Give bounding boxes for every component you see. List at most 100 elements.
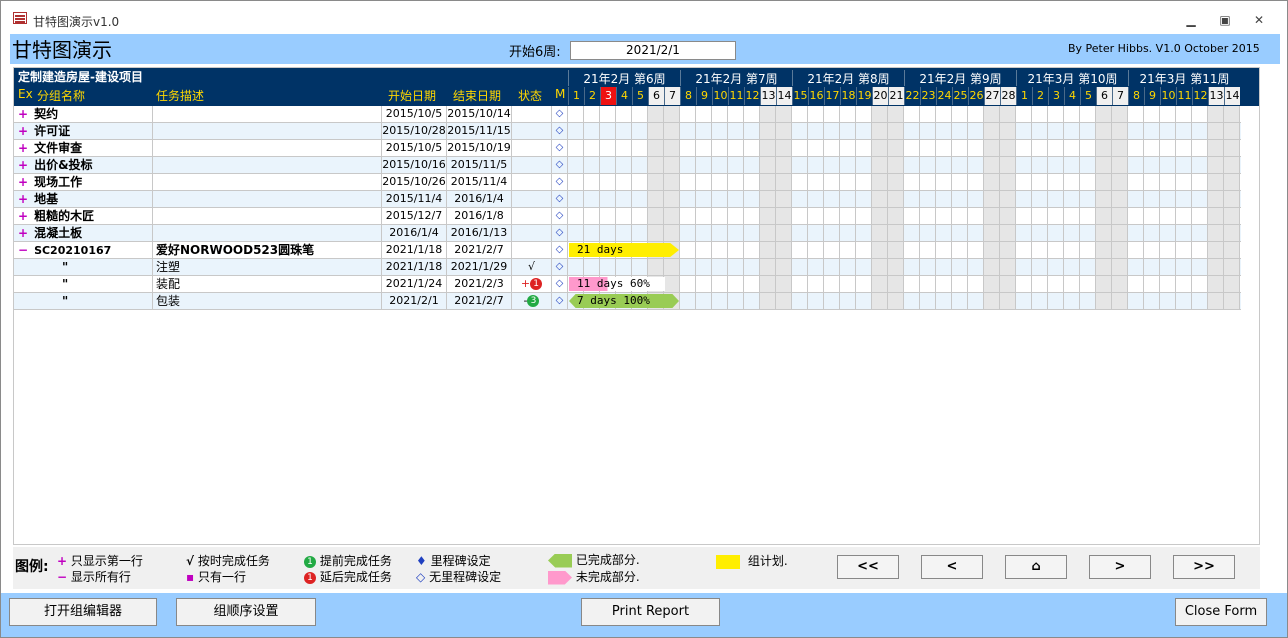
day-cell [808, 293, 824, 309]
group-name-cell[interactable]: + 出价&投标 [14, 157, 153, 173]
day-cell [1080, 140, 1096, 156]
day-cell [760, 208, 776, 224]
close-form-button[interactable]: Close Form [1175, 598, 1267, 626]
day-cell [728, 174, 744, 190]
day-cell [1208, 293, 1224, 309]
day-cell [904, 123, 920, 139]
status-cell [512, 106, 552, 122]
day-cell [728, 293, 744, 309]
day-cell [728, 106, 744, 122]
day-cell [776, 293, 792, 309]
expand-toggle-icon[interactable]: + [18, 209, 28, 223]
expand-toggle-icon[interactable]: + [18, 192, 28, 206]
milestone-icon[interactable]: ◇ [552, 259, 568, 275]
group-swatch-icon [716, 554, 740, 569]
day-cell [584, 123, 600, 139]
start-date-input[interactable]: 2021/2/1 [570, 41, 736, 60]
minimize-button[interactable]: ▁ [1179, 10, 1203, 30]
day-header: 12 [1192, 87, 1208, 105]
milestone-icon[interactable]: ◇ [552, 225, 568, 241]
last-page-button[interactable]: >> [1173, 555, 1235, 579]
expand-toggle-icon[interactable]: + [18, 175, 28, 189]
group-name-cell[interactable]: + 现场工作 [14, 174, 153, 190]
group-name-cell[interactable]: + 粗糙的木匠 [14, 208, 153, 224]
first-page-button[interactable]: << [837, 555, 899, 579]
day-cell [824, 276, 840, 292]
group-name-cell[interactable]: + 许可证 [14, 123, 153, 139]
day-cell [696, 191, 712, 207]
day-cell [728, 225, 744, 241]
expand-toggle-icon[interactable]: + [18, 158, 28, 172]
day-cell [1000, 123, 1016, 139]
milestone-icon[interactable]: ◇ [552, 140, 568, 156]
group-name-cell[interactable]: + 文件审查 [14, 140, 153, 156]
group-name-cell[interactable]: + 契约 [14, 106, 153, 122]
day-cell [568, 259, 584, 275]
day-cell [744, 208, 760, 224]
prev-page-button[interactable]: < [921, 555, 983, 579]
day-cell [920, 259, 936, 275]
group-name-cell[interactable]: − SC20210167 [14, 242, 153, 258]
day-cell [728, 157, 744, 173]
col-task-desc: 任务描述 [156, 89, 205, 103]
milestone-icon[interactable]: ◇ [552, 191, 568, 207]
day-cell [632, 123, 648, 139]
end-date-cell: 2015/11/15 [447, 123, 512, 139]
day-cell [808, 191, 824, 207]
day-cell [616, 259, 632, 275]
milestone-icon[interactable]: ◇ [552, 242, 568, 258]
day-cell [1208, 242, 1224, 258]
start-date-cell: 2015/10/5 [382, 106, 447, 122]
day-cell [760, 140, 776, 156]
next-page-button[interactable]: > [1089, 555, 1151, 579]
day-header: 26 [968, 87, 984, 105]
home-button[interactable]: ⌂ [1005, 555, 1067, 579]
restore-button[interactable]: ▣ [1213, 10, 1237, 30]
group-name-cell[interactable]: + 地基 [14, 191, 153, 207]
group-name-cell[interactable]: " [14, 259, 153, 275]
day-cell [1128, 259, 1144, 275]
group-name-cell[interactable]: " [14, 293, 153, 309]
group-name: 混凝土板 [34, 226, 83, 240]
legend-show-first: + 只显示第一行 [57, 554, 143, 568]
day-cell [1128, 123, 1144, 139]
milestone-icon[interactable]: ◇ [552, 106, 568, 122]
task-desc-cell [153, 208, 382, 224]
expand-toggle-icon[interactable]: + [18, 141, 28, 155]
milestone-icon[interactable]: ◇ [552, 123, 568, 139]
expand-toggle-icon[interactable]: + [18, 124, 28, 138]
late-badge-icon: 1 [530, 278, 543, 290]
start-date-cell: 2021/1/18 [382, 259, 447, 275]
expand-toggle-icon[interactable]: + [18, 226, 28, 240]
day-cell [1176, 225, 1192, 241]
group-name-cell[interactable]: + 混凝土板 [14, 225, 153, 241]
day-cell [936, 225, 952, 241]
day-cell [936, 191, 952, 207]
day-cell [808, 259, 824, 275]
milestone-icon[interactable]: ◇ [552, 174, 568, 190]
legend-done: 已完成部分. [548, 551, 640, 568]
day-cell [920, 191, 936, 207]
group-name: " [62, 294, 69, 308]
day-cell [1032, 225, 1048, 241]
milestone-icon[interactable]: ◇ [552, 276, 568, 292]
milestone-icon[interactable]: ◇ [552, 157, 568, 173]
day-cell [936, 174, 952, 190]
day-header: 3 [600, 87, 616, 105]
day-cell [856, 293, 872, 309]
open-group-editor-button[interactable]: 打开组编辑器 [9, 598, 157, 626]
group-order-button[interactable]: 组顺序设置 [176, 598, 316, 626]
start-weeks-label: 开始6周: [509, 45, 561, 60]
milestone-icon[interactable]: ◇ [552, 208, 568, 224]
day-cell [1016, 174, 1032, 190]
milestone-icon[interactable]: ◇ [552, 293, 568, 309]
day-cell [1160, 174, 1176, 190]
close-window-button[interactable]: ✕ [1247, 10, 1271, 30]
group-name-cell[interactable]: " [14, 276, 153, 292]
day-cell [856, 174, 872, 190]
expand-toggle-icon[interactable]: − [18, 243, 28, 257]
expand-toggle-icon[interactable]: + [18, 107, 28, 121]
day-cell [664, 225, 680, 241]
print-report-button[interactable]: Print Report [581, 598, 720, 626]
day-cell [792, 225, 808, 241]
